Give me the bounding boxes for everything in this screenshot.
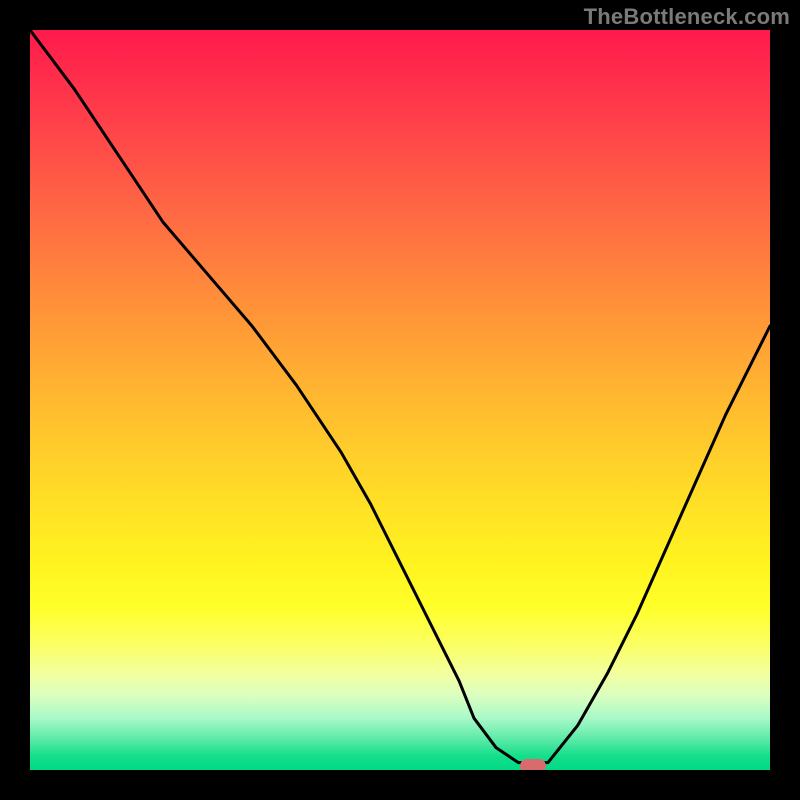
chart-container: TheBottleneck.com bbox=[0, 0, 800, 800]
curve-svg bbox=[30, 30, 770, 770]
watermark-text: TheBottleneck.com bbox=[584, 4, 790, 30]
plot-area bbox=[30, 30, 770, 770]
bottleneck-curve bbox=[30, 30, 770, 763]
optimal-marker bbox=[520, 759, 546, 770]
